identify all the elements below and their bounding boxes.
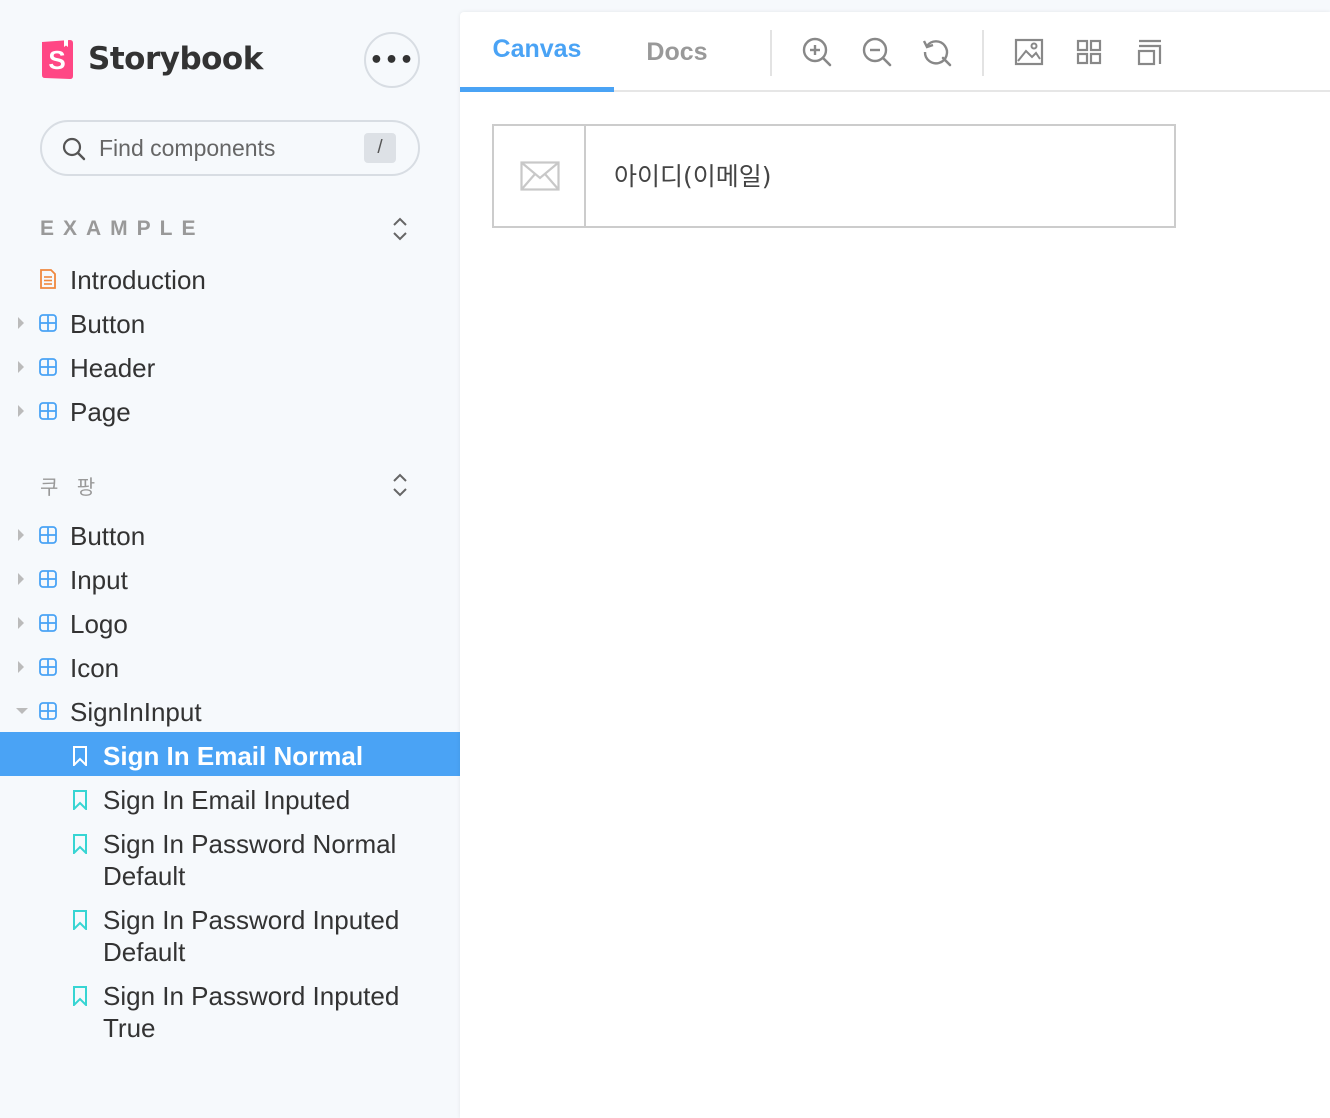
sidebar-item-label: Icon	[70, 653, 120, 683]
group-title: 쿠 팡	[40, 474, 102, 499]
bookmark-icon	[73, 790, 87, 810]
caret-right-icon	[18, 361, 24, 373]
sidebar-item-logo[interactable]: Logo	[0, 601, 460, 645]
caret-right-icon	[18, 529, 24, 541]
sidebar-item-input[interactable]: Input	[0, 557, 460, 601]
search-icon	[62, 137, 86, 161]
component-icon	[39, 526, 57, 544]
toolbar: Canvas Docs	[460, 12, 1330, 92]
component-icon	[39, 614, 57, 632]
caret-down-icon	[16, 708, 28, 714]
component-icon	[39, 702, 57, 720]
ellipsis-icon: •••	[369, 47, 415, 73]
component-icon	[39, 402, 57, 420]
component-icon	[39, 658, 57, 676]
more-options-button[interactable]: •••	[364, 32, 420, 88]
sidebar-item-page[interactable]: Page	[0, 389, 460, 433]
component-icon	[39, 570, 57, 588]
sidebar-item-label: Button	[70, 309, 146, 339]
tab-label: Docs	[646, 37, 708, 66]
component-icon	[39, 358, 57, 376]
mail-icon	[520, 161, 560, 191]
story-item-sign-in-email-inputed[interactable]: Sign In Email Inputed	[0, 776, 460, 820]
background-icon[interactable]	[1013, 36, 1045, 68]
sidebar-item-button[interactable]: Button	[0, 513, 460, 557]
bookmark-icon	[73, 986, 87, 1006]
input-text: 아이디(이메일)	[614, 162, 772, 191]
component-icon	[39, 314, 57, 332]
bookmark-icon	[73, 834, 87, 854]
sidebar-item-button[interactable]: Button	[0, 301, 460, 345]
story-item-sign-in-password-inputed-default[interactable]: Sign In Password Inputed Default	[0, 896, 460, 972]
sidebar-item-label: SignInInput	[70, 697, 202, 727]
toolbar-divider	[982, 30, 984, 76]
signin-email-input[interactable]: 아이디(이메일)	[492, 124, 1176, 228]
zoom-out-icon[interactable]	[861, 36, 893, 68]
svg-text:S: S	[48, 45, 65, 75]
sidebar-item-label: Introduction	[70, 265, 206, 295]
expand-collapse-icon[interactable]	[390, 216, 410, 242]
brand-name: Storybook	[88, 41, 263, 77]
brand[interactable]: S Storybook	[40, 38, 263, 80]
sidebar-item-signininput[interactable]: SignInInput	[0, 689, 460, 733]
sidebar-item-label: Page	[70, 397, 131, 427]
search-input[interactable]: Find components /	[40, 120, 420, 176]
story-item-sign-in-password-normal-default[interactable]: Sign In Password Normal Default	[0, 820, 460, 896]
caret-right-icon	[18, 573, 24, 585]
group-header-example[interactable]: EXAMPLE	[40, 214, 420, 244]
sidebar-item-label: Logo	[70, 609, 128, 639]
search-placeholder: Find components	[99, 135, 276, 161]
story-label: Sign In Password Inputed True	[103, 981, 400, 1043]
caret-right-icon	[18, 617, 24, 629]
bookmark-icon	[73, 910, 87, 930]
expand-collapse-icon[interactable]	[390, 472, 410, 498]
toolbar-divider	[770, 30, 772, 76]
search-shortcut-key: /	[364, 133, 396, 163]
story-label: Sign In Password Normal Default	[103, 829, 397, 891]
story-label: Sign In Email Normal	[103, 741, 364, 771]
zoom-in-icon[interactable]	[801, 36, 833, 68]
group-title: EXAMPLE	[40, 217, 205, 240]
story-label: Sign In Email Inputed	[103, 785, 351, 815]
tab-docs[interactable]: Docs	[614, 12, 740, 92]
main-panel: Canvas Docs 아이디(이메일)	[460, 12, 1330, 1118]
bookmark-icon	[73, 746, 87, 766]
tab-canvas[interactable]: Canvas	[460, 12, 614, 92]
story-label: Sign In Password Inputed Default	[103, 905, 400, 967]
sidebar-item-header[interactable]: Header	[0, 345, 460, 389]
outline-icon[interactable]	[1133, 36, 1165, 68]
grid-icon[interactable]	[1073, 36, 1105, 68]
zoom-reset-icon[interactable]	[921, 36, 953, 68]
story-item-sign-in-password-inputed-true[interactable]: Sign In Password Inputed True	[0, 972, 460, 1048]
document-icon	[40, 269, 56, 289]
storybook-logo-icon: S	[42, 40, 73, 79]
sidebar-item-icon[interactable]: Icon	[0, 645, 460, 689]
tab-label: Canvas	[492, 35, 582, 63]
story-item-sign-in-email-normal[interactable]: Sign In Email Normal	[0, 732, 460, 776]
sidebar-item-label: Header	[70, 353, 156, 383]
sidebar: S Storybook ••• Find components / EXAMPL…	[0, 0, 460, 1118]
caret-right-icon	[18, 317, 24, 329]
sidebar-item-label: Button	[70, 521, 146, 551]
sidebar-item-label: Input	[70, 565, 128, 595]
caret-right-icon	[18, 405, 24, 417]
group-header-coupang[interactable]: 쿠 팡	[40, 470, 420, 500]
sidebar-item-introduction[interactable]: Introduction	[0, 257, 460, 301]
caret-right-icon	[18, 661, 24, 673]
input-icon-cell	[494, 126, 586, 226]
